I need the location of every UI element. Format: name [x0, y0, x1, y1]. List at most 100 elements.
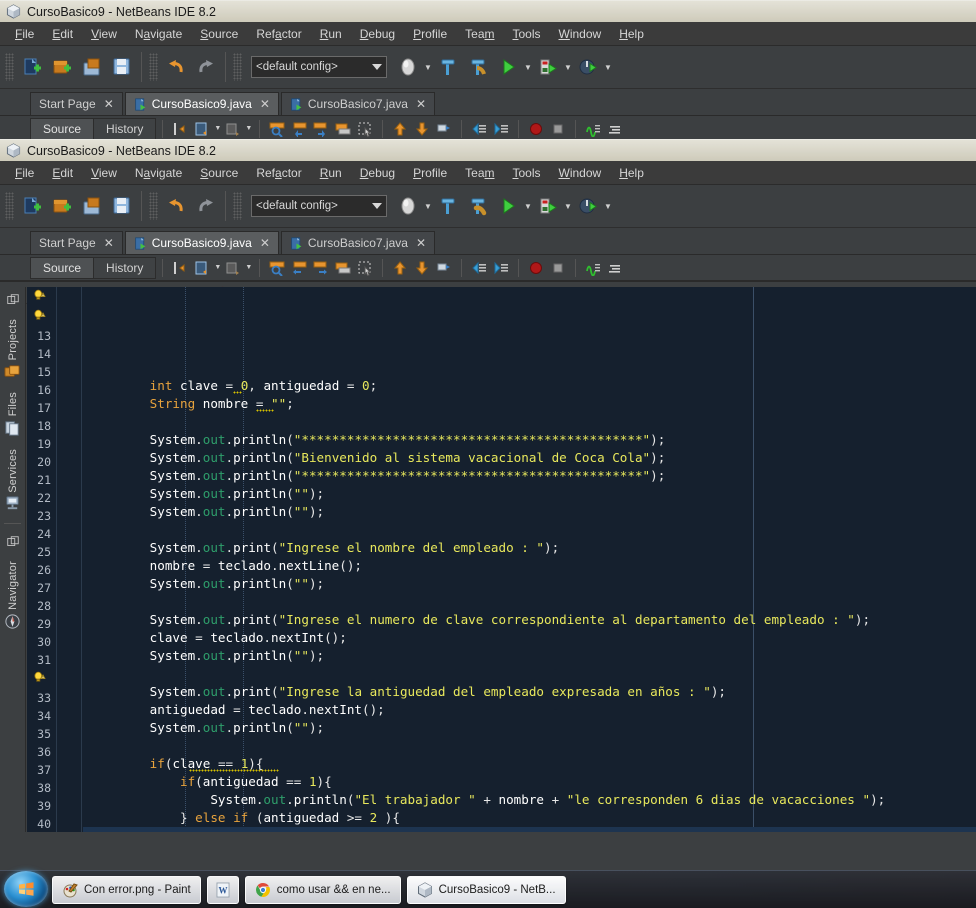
toggle-bookmark-icon[interactable] [332, 118, 354, 140]
chevron-down-icon[interactable]: ▼ [563, 52, 573, 82]
code-line[interactable]: int clave = 0, antiguedad = 0; [83, 377, 976, 395]
redo-icon[interactable] [191, 191, 221, 221]
stop-icon[interactable] [525, 257, 547, 279]
menu-refactor[interactable]: Refactor [247, 24, 310, 44]
close-icon[interactable]: ✕ [260, 236, 270, 250]
next-bookmark-icon[interactable] [310, 257, 332, 279]
next-error-icon[interactable] [411, 118, 433, 140]
menu-help[interactable]: Help [610, 24, 653, 44]
chevron-down-icon[interactable]: ▼ [603, 191, 613, 221]
find-selection-icon[interactable] [266, 257, 288, 279]
undo-icon[interactable] [161, 191, 191, 221]
last-edit-icon[interactable] [169, 257, 191, 279]
sidebar-item-projects[interactable]: Projects [0, 313, 25, 386]
menu-team[interactable]: Team [456, 24, 503, 44]
gutter-hint-marker[interactable] [27, 289, 56, 307]
chevron-down-icon[interactable]: ▼ [244, 257, 253, 279]
code-line[interactable]: System.out.println("Bienvenido al sistem… [83, 449, 976, 467]
chevron-down-icon[interactable]: ▼ [523, 52, 533, 82]
taskbar-item-chrome[interactable]: como usar && en ne... [244, 875, 401, 904]
debug-project-icon[interactable] [533, 52, 563, 82]
annotation-gutter[interactable] [58, 287, 82, 832]
code-line[interactable]: System.out.println(""); [83, 719, 976, 737]
chevron-down-icon[interactable]: ▼ [423, 52, 433, 82]
menu-edit[interactable]: Edit [43, 163, 82, 183]
shift-right-icon[interactable] [222, 118, 244, 140]
close-icon[interactable]: ✕ [104, 97, 114, 111]
chevron-down-icon[interactable]: ▼ [563, 191, 573, 221]
debug-project-icon[interactable] [533, 191, 563, 221]
menu-navigate[interactable]: Navigate [126, 163, 191, 183]
redo-icon[interactable] [191, 52, 221, 82]
previous-bookmark-icon[interactable] [288, 118, 310, 140]
sidebar-item-navigator[interactable]: Navigator [0, 555, 25, 636]
history-tab-back[interactable]: History [94, 117, 157, 140]
sidebar-item-services[interactable]: Services [0, 443, 25, 519]
next-error-icon[interactable] [411, 257, 433, 279]
code-line[interactable]: System.out.print("Ingrese la antiguedad … [83, 683, 976, 701]
code-line[interactable] [83, 827, 976, 832]
start-button[interactable] [4, 871, 48, 907]
code-line[interactable]: antiguedad = teclado.nextInt(); [83, 701, 976, 719]
format-icon[interactable] [191, 257, 213, 279]
shift-line-right-icon[interactable] [490, 257, 512, 279]
clean-and-build-icon[interactable] [463, 52, 493, 82]
align-icon[interactable] [604, 118, 626, 140]
hint-bulb-icon[interactable] [33, 309, 46, 322]
code-line[interactable]: System.out.println(""); [83, 503, 976, 521]
menu-run[interactable]: Run [311, 24, 351, 44]
menu-view[interactable]: View [82, 24, 126, 44]
code-line[interactable]: System.out.println(""); [83, 647, 976, 665]
pause-icon[interactable] [547, 257, 569, 279]
toggle-rectangular-icon[interactable] [582, 257, 604, 279]
menu-window[interactable]: Window [550, 24, 611, 44]
code-line[interactable]: System.out.println(""); [83, 575, 976, 593]
line-number-gutter[interactable]: 13 14 15 16 17 18 19 20 21 22 23 24 25 26 27 28 29 30 31 33… [27, 287, 57, 832]
tab-start-page[interactable]: Start Page ✕ [30, 231, 123, 254]
menu-tools[interactable]: Tools [504, 24, 550, 44]
previous-error-icon[interactable] [389, 118, 411, 140]
next-bookmark-icon[interactable] [310, 118, 332, 140]
rectangular-selection-icon[interactable] [354, 257, 376, 279]
code-line[interactable]: } else if (antiguedad >= 2 ){ [83, 809, 976, 827]
code-line[interactable]: System.out.println("El trabajador " + no… [83, 791, 976, 809]
toggle-highlight-icon[interactable] [433, 118, 455, 140]
dock-minimize-toggle-2[interactable] [0, 529, 25, 555]
new-project-icon[interactable] [47, 52, 77, 82]
comment-icon[interactable] [222, 257, 244, 279]
new-file-icon[interactable] [17, 191, 47, 221]
taskbar-item-word[interactable]: W [206, 875, 239, 904]
profile-project-icon[interactable] [573, 191, 603, 221]
chevron-down-icon[interactable]: ▼ [523, 191, 533, 221]
menu-window[interactable]: Window [550, 163, 611, 183]
chevron-down-icon[interactable]: ▼ [213, 257, 222, 279]
run-project-icon[interactable] [493, 52, 523, 82]
code-line[interactable]: if(antiguedad == 1){ [83, 773, 976, 791]
toggle-rectangular-icon[interactable] [582, 118, 604, 140]
clean-build-icon[interactable] [393, 191, 423, 221]
taskbar-item-netbeans[interactable]: CursoBasico9 - NetB... [406, 875, 566, 904]
close-icon[interactable]: ✕ [416, 236, 426, 250]
menu-edit[interactable]: Edit [43, 24, 82, 44]
save-all-icon[interactable] [107, 191, 137, 221]
code-line[interactable]: nombre = teclado.nextLine(); [83, 557, 976, 575]
chevron-down-icon[interactable]: ▼ [244, 118, 253, 140]
shift-line-left-icon[interactable] [468, 118, 490, 140]
source-tab[interactable]: Source [30, 256, 95, 279]
toggle-highlight-icon[interactable] [433, 257, 455, 279]
code-line[interactable]: String nombre = ""; [83, 395, 976, 413]
align-icon[interactable] [604, 257, 626, 279]
last-edit-icon[interactable] [169, 118, 191, 140]
build-project-icon[interactable] [433, 52, 463, 82]
menu-profile[interactable]: Profile [404, 24, 456, 44]
menu-tools[interactable]: Tools [504, 163, 550, 183]
chevron-down-icon[interactable]: ▼ [603, 52, 613, 82]
code-line[interactable]: if(clave == 1){ [83, 755, 976, 773]
toolbar-grip-3[interactable] [233, 53, 242, 81]
config-select[interactable]: <default config> [251, 195, 387, 217]
menu-view[interactable]: View [82, 163, 126, 183]
toolbar-grip[interactable] [5, 53, 14, 81]
shift-line-right-icon[interactable] [490, 118, 512, 140]
code-line[interactable]: System.out.println(""); [83, 485, 976, 503]
open-project-icon[interactable] [77, 52, 107, 82]
